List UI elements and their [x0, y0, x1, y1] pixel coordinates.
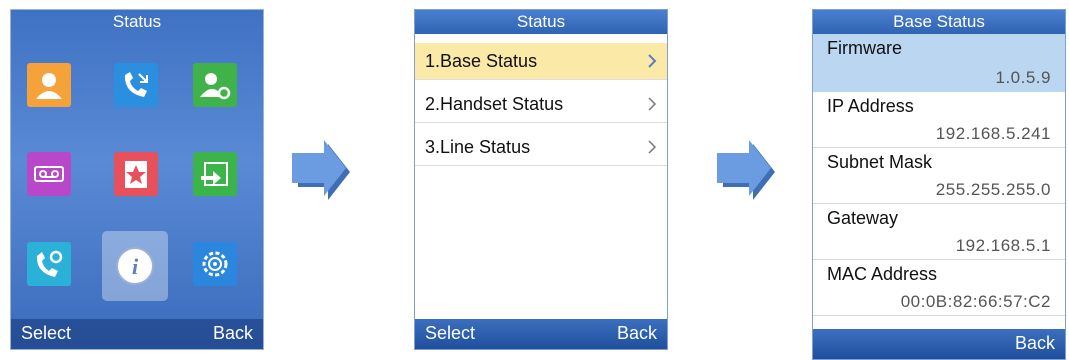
- divider: [813, 259, 1065, 260]
- chevron-right-icon: [648, 97, 657, 111]
- call-settings-icon[interactable]: [27, 242, 71, 286]
- contacts-icon[interactable]: [27, 63, 71, 107]
- screen-title: Status: [415, 10, 667, 34]
- menu-item-handset-status[interactable]: 2.Handset Status: [415, 86, 667, 123]
- back-softkey[interactable]: Back: [1015, 333, 1055, 354]
- main-menu-screen: Status i Select Back: [10, 9, 264, 350]
- subnet-mask-label: Subnet Mask: [827, 152, 933, 172]
- divider: [813, 147, 1065, 148]
- softkey-bar: Select Back: [11, 319, 263, 349]
- select-softkey[interactable]: Select: [425, 323, 475, 344]
- status-info-icon[interactable]: i: [113, 244, 157, 288]
- gateway-value: 192.168.5.1: [955, 236, 1051, 255]
- settings-icon[interactable]: [193, 242, 237, 286]
- menu-item-label: 1.Base Status: [425, 51, 538, 71]
- mac-address-label: MAC Address: [827, 264, 938, 284]
- subnet-mask-value: 255.255.255.0: [935, 180, 1051, 199]
- chevron-right-icon: [648, 54, 657, 68]
- select-softkey[interactable]: Select: [21, 323, 71, 344]
- call-history-icon[interactable]: [114, 63, 158, 107]
- arrow-right-icon: [292, 140, 350, 200]
- screen-title: Status: [112, 12, 162, 31]
- softkey-bar: Select Back: [415, 319, 667, 349]
- ip-address-value: 192.168.5.241: [935, 124, 1051, 143]
- ip-address-label: IP Address: [827, 96, 914, 116]
- back-softkey[interactable]: Back: [213, 323, 253, 344]
- firmware-label: Firmware: [827, 38, 902, 58]
- menu-item-label: 3.Line Status: [425, 137, 531, 157]
- status-menu-screen: Status 1.Base Status 2.Handset Status 3.…: [414, 9, 668, 350]
- chevron-right-icon: [648, 140, 657, 154]
- firmware-value: 1.0.5.9: [995, 68, 1051, 87]
- mac-address-value: 00:0B:82:66:57:C2: [900, 292, 1051, 311]
- favorites-icon[interactable]: [114, 152, 158, 196]
- softkey-bar: Back: [813, 329, 1065, 359]
- menu-item-label: 2.Handset Status: [425, 94, 564, 114]
- transfer-icon[interactable]: [193, 152, 237, 196]
- back-softkey[interactable]: Back: [617, 323, 657, 344]
- voicemail-icon[interactable]: [27, 152, 71, 196]
- arrow-right-icon: [717, 140, 775, 200]
- base-status-screen: Base Status Firmware 1.0.5.9 IP Address …: [812, 9, 1066, 360]
- divider: [813, 203, 1065, 204]
- svg-text:i: i: [132, 254, 139, 279]
- screen-title: Base Status: [813, 10, 1065, 34]
- menu-item-base-status[interactable]: 1.Base Status: [415, 43, 667, 80]
- contact-settings-icon[interactable]: [193, 63, 237, 107]
- gateway-label: Gateway: [827, 208, 899, 228]
- menu-item-line-status[interactable]: 3.Line Status: [415, 129, 667, 166]
- divider: [813, 315, 1065, 316]
